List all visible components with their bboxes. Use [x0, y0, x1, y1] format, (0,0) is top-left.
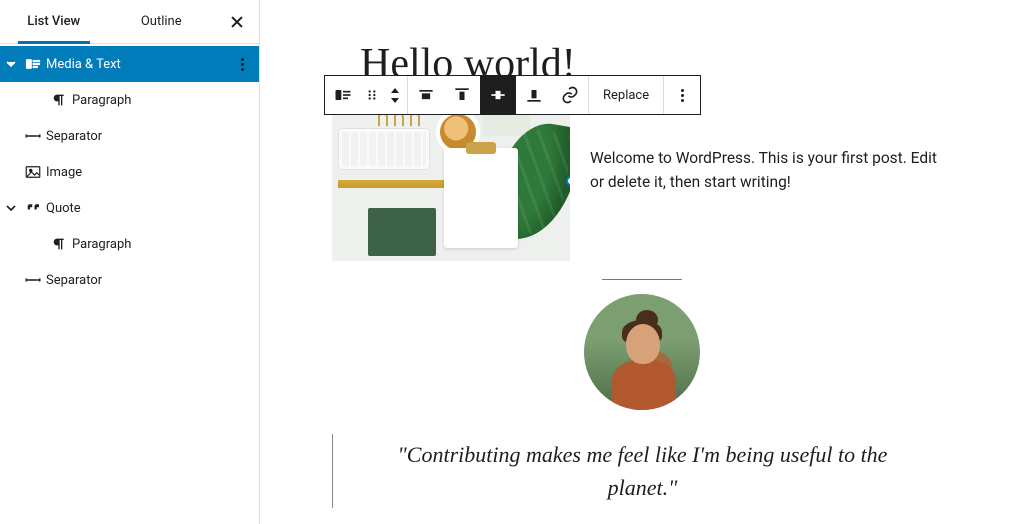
block-image[interactable]: [332, 294, 952, 410]
media-text-icon: [22, 55, 44, 73]
tree-item-label: Image: [44, 165, 259, 180]
toolbar-link[interactable]: [552, 76, 588, 114]
toolbar-block-type[interactable]: [325, 76, 361, 114]
toolbar-drag-handle[interactable]: [361, 76, 383, 114]
tree-item-separator[interactable]: Separator: [0, 118, 259, 154]
media-text-paragraph[interactable]: Welcome to WordPress. This is your first…: [590, 146, 942, 194]
separator-icon: [22, 127, 44, 145]
media-text-content[interactable]: Welcome to WordPress. This is your first…: [570, 96, 952, 261]
chevron-down-icon: [391, 98, 399, 103]
tree-item-label: Media & Text: [44, 57, 225, 72]
list-view-panel: List View Outline Media & Text: [0, 0, 260, 524]
chevron-down-icon[interactable]: [0, 202, 22, 214]
block-toolbar: Replace: [324, 75, 701, 115]
placeholder-image: [332, 96, 570, 261]
toolbar-align-none[interactable]: [408, 76, 444, 114]
tree-item-label: Separator: [44, 273, 259, 288]
toolbar-replace[interactable]: Replace: [589, 76, 663, 114]
block-separator[interactable]: [602, 279, 682, 280]
tree-item-separator[interactable]: Separator: [0, 262, 259, 298]
avatar-image: [584, 294, 700, 410]
media-text-media[interactable]: [332, 96, 570, 261]
quote-icon: [22, 199, 44, 217]
sidebar-tabs: List View Outline: [0, 0, 259, 44]
paragraph-icon: [48, 236, 70, 252]
tree-item-options[interactable]: [225, 58, 259, 71]
toolbar-more-options[interactable]: [664, 76, 700, 114]
close-icon: [228, 13, 246, 31]
tree-item-paragraph[interactable]: Paragraph: [0, 226, 259, 262]
tree-item-label: Quote: [44, 201, 259, 216]
paragraph-icon: [48, 92, 70, 108]
block-tree: Media & Text Paragraph Separator: [0, 44, 259, 298]
app-root: List View Outline Media & Text: [0, 0, 1024, 524]
chevron-up-icon: [391, 88, 399, 93]
toolbar-valign-top[interactable]: [444, 76, 480, 114]
tree-item-label: Separator: [44, 129, 259, 144]
image-icon: [22, 163, 44, 181]
editor-canvas[interactable]: Replace Hello world!: [260, 0, 1024, 524]
tree-item-media-text[interactable]: Media & Text: [0, 46, 259, 82]
block-media-text[interactable]: Welcome to WordPress. This is your first…: [332, 96, 952, 261]
tree-item-paragraph[interactable]: Paragraph: [0, 82, 259, 118]
tree-item-label: Paragraph: [70, 237, 259, 252]
toolbar-move-up-down[interactable]: [383, 76, 407, 114]
block-quote[interactable]: "Contributing makes me feel like I'm bei…: [332, 434, 952, 508]
toolbar-valign-middle[interactable]: [480, 76, 516, 114]
tree-item-quote[interactable]: Quote: [0, 190, 259, 226]
tree-item-label: Paragraph: [70, 93, 259, 108]
separator-icon: [22, 271, 44, 289]
chevron-down-icon[interactable]: [0, 58, 22, 70]
tab-list-view[interactable]: List View: [0, 0, 108, 43]
toolbar-valign-bottom[interactable]: [516, 76, 552, 114]
tab-outline[interactable]: Outline: [108, 0, 216, 43]
close-panel-button[interactable]: [215, 0, 259, 43]
tree-item-image[interactable]: Image: [0, 154, 259, 190]
quote-text[interactable]: "Contributing makes me feel like I'm bei…: [333, 438, 952, 504]
more-icon: [681, 89, 684, 102]
